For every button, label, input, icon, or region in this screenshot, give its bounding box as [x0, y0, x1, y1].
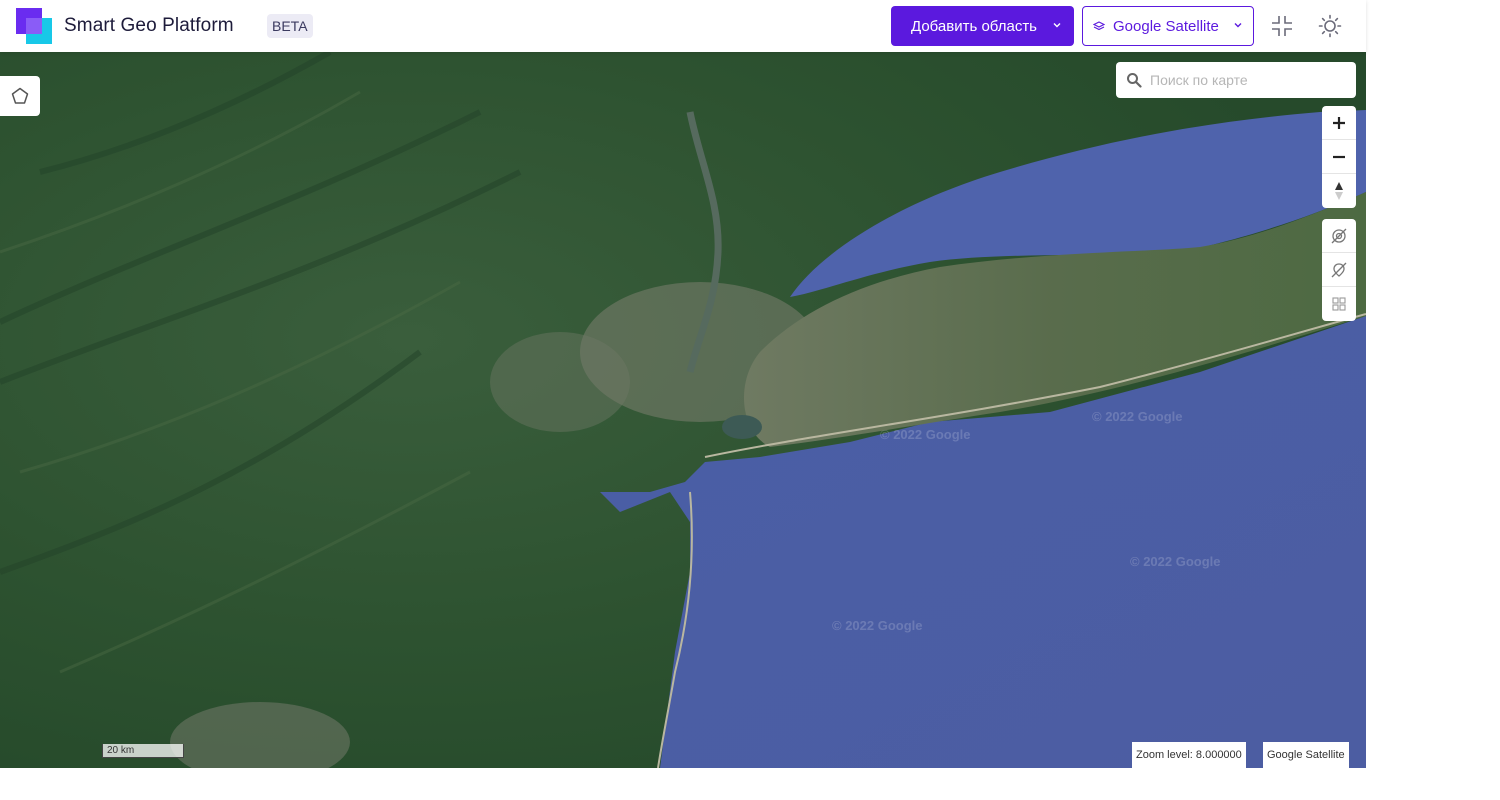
app-title: Smart Geo Platform: [64, 15, 234, 36]
zoom-level-readout: Zoom level: 8.000000: [1132, 742, 1246, 768]
map-watermark: © 2022 Google: [880, 427, 971, 442]
hide-points-icon: [1331, 262, 1347, 277]
reset-north-button[interactable]: [1322, 174, 1356, 208]
zoom-out-icon: [1333, 155, 1345, 158]
chevron-down-icon: [1053, 23, 1061, 28]
top-header: Smart Geo Platform BETA Добавить область…: [0, 0, 1366, 52]
map-scale-bar: 20 km: [102, 744, 184, 758]
add-area-button[interactable]: Добавить область: [891, 6, 1074, 46]
map-watermark: © 2022 Google: [1130, 554, 1221, 569]
hide-features-icon: [1331, 228, 1347, 243]
chevron-down-icon: [1234, 23, 1242, 28]
map-watermark: © 2022 Google: [832, 618, 923, 633]
draw-polygon-button[interactable]: [0, 76, 40, 116]
map-search-input[interactable]: [1150, 62, 1350, 98]
grid-icon: [1332, 297, 1346, 311]
satellite-map[interactable]: © 2022 Google © 2022 Google © 2022 Googl…: [0, 52, 1366, 768]
zoom-in-icon: [1333, 116, 1345, 129]
layer-select-button[interactable]: Google Satellite: [1082, 6, 1254, 46]
map-watermark: © 2022 Google: [1092, 409, 1183, 424]
app: Smart Geo Platform BETA Добавить область…: [0, 0, 1366, 768]
hide-points-button[interactable]: [1322, 253, 1356, 287]
layers-icon: [1093, 21, 1105, 31]
beta-badge: BETA: [267, 14, 313, 38]
layer-toggle-controls: [1322, 219, 1356, 321]
grid-button[interactable]: [1322, 287, 1356, 321]
theme-sun-icon[interactable]: [1318, 14, 1342, 38]
layer-select-label: Google Satellite: [1113, 17, 1219, 35]
map-search-box: [1116, 62, 1356, 98]
polygon-draw-icon: [11, 87, 29, 104]
collapse-icon[interactable]: [1270, 14, 1294, 38]
zoom-in-button[interactable]: [1322, 106, 1356, 140]
app-logo[interactable]: [16, 8, 52, 44]
search-icon: [1127, 73, 1142, 88]
add-area-label: Добавить область: [911, 17, 1037, 35]
compass-icon: [1335, 182, 1343, 200]
layer-attribution: Google Satellite: [1263, 742, 1349, 768]
hide-features-button[interactable]: [1322, 219, 1356, 253]
zoom-out-button[interactable]: [1322, 140, 1356, 174]
zoom-controls: [1322, 106, 1356, 208]
